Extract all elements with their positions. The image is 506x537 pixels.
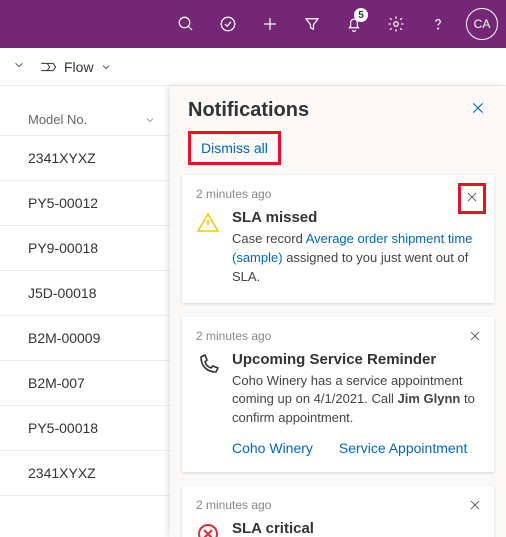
- notification-time: 2 minutes ago: [196, 498, 480, 512]
- dismiss-notification-icon[interactable]: [464, 494, 486, 519]
- close-panel-icon[interactable]: [464, 94, 492, 127]
- action-link[interactable]: Service Appointment: [339, 440, 467, 456]
- column-header-model-no[interactable]: Model No.: [0, 104, 170, 136]
- notification-title: SLA missed: [232, 209, 480, 226]
- flow-label: Flow: [64, 59, 94, 75]
- table-row[interactable]: B2M-007: [0, 361, 170, 406]
- search-icon[interactable]: [166, 0, 206, 48]
- avatar[interactable]: CA: [466, 8, 498, 40]
- table-row[interactable]: 2341XYXZ: [0, 451, 170, 496]
- action-link[interactable]: Coho Winery: [232, 440, 313, 456]
- table-row[interactable]: 2341XYXZ: [0, 136, 170, 181]
- table-row[interactable]: B2M-00009: [0, 316, 170, 361]
- table-row[interactable]: PY5-00018: [0, 406, 170, 451]
- panel-title: Notifications: [188, 99, 309, 122]
- dismiss-all-link[interactable]: Dismiss all: [188, 131, 281, 165]
- command-bar: Flow: [0, 48, 506, 86]
- notification-time: 2 minutes ago: [196, 329, 480, 343]
- notification-time: 2 minutes ago: [196, 187, 480, 201]
- dismiss-notification-icon[interactable]: [458, 183, 486, 214]
- notification-title: SLA critical: [232, 520, 480, 537]
- gear-icon[interactable]: [376, 0, 416, 48]
- notification-description: Coho Winery has a service appointment co…: [232, 372, 480, 429]
- global-top-bar: 5 CA: [0, 0, 506, 48]
- help-icon[interactable]: [418, 0, 458, 48]
- notification-card: 2 minutes ago Upcoming Service Reminder …: [182, 317, 494, 473]
- notifications-panel: Notifications Dismiss all 2 minutes ago …: [170, 86, 506, 537]
- dismiss-notification-icon[interactable]: [464, 325, 486, 350]
- notification-title: Upcoming Service Reminder: [232, 351, 480, 368]
- phone-icon: [196, 353, 220, 457]
- notification-description: Case record Average order shipment time …: [232, 230, 480, 287]
- add-icon[interactable]: [250, 0, 290, 48]
- table-row[interactable]: J5D-00018: [0, 271, 170, 316]
- critical-icon: [196, 522, 220, 537]
- data-column: Model No. 2341XYXZ PY5-00012 PY9-00018 J…: [0, 86, 170, 537]
- filter-icon[interactable]: [292, 0, 332, 48]
- task-icon[interactable]: [208, 0, 248, 48]
- notification-card: 2 minutes ago SLA critical Case record C…: [182, 486, 494, 537]
- table-row[interactable]: PY5-00012: [0, 181, 170, 226]
- chevron-down-icon[interactable]: [12, 58, 26, 75]
- flow-dropdown[interactable]: Flow: [40, 59, 112, 75]
- notification-badge: 5: [354, 8, 368, 22]
- notification-card: 2 minutes ago SLA missed Case record Ave…: [182, 175, 494, 303]
- bell-icon[interactable]: 5: [334, 0, 374, 48]
- table-row[interactable]: PY9-00018: [0, 226, 170, 271]
- column-header-label: Model No.: [28, 112, 87, 127]
- warning-icon: [196, 211, 220, 287]
